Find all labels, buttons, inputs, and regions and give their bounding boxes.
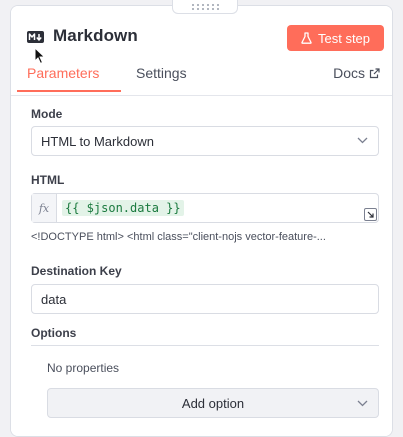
docs-link[interactable]: Docs xyxy=(333,65,380,81)
expression-preview: <!DOCTYPE html> <html class="client-nojs… xyxy=(31,231,326,243)
expand-editor-icon[interactable] xyxy=(364,208,377,221)
add-option-button[interactable]: Add option xyxy=(47,388,379,418)
test-step-button[interactable]: Test step xyxy=(287,25,384,51)
active-tab-indicator xyxy=(17,90,121,92)
flask-icon xyxy=(301,32,312,44)
external-link-icon xyxy=(369,67,380,79)
mode-label: Mode xyxy=(31,107,63,121)
node-details-panel: Markdown Test step Parameters Settings D… xyxy=(10,5,393,437)
test-step-label: Test step xyxy=(317,30,371,46)
html-label: HTML xyxy=(31,173,65,187)
options-divider xyxy=(31,345,379,346)
destination-key-value: data xyxy=(41,291,67,307)
drag-handle[interactable] xyxy=(172,0,238,14)
destination-key-input[interactable]: data xyxy=(31,284,379,314)
fx-icon: fx xyxy=(32,194,57,222)
chevron-down-icon xyxy=(357,400,368,407)
options-label: Options xyxy=(31,326,77,340)
markdown-icon xyxy=(27,31,44,43)
destination-key-label: Destination Key xyxy=(31,264,122,278)
node-title[interactable]: Markdown xyxy=(53,26,138,46)
parameters-form: Mode HTML to Markdown HTML fx {{ $json.d… xyxy=(11,96,392,436)
tab-parameters[interactable]: Parameters xyxy=(27,65,99,81)
panel-header: Markdown Test step Parameters Settings D… xyxy=(11,6,392,96)
mouse-cursor-icon xyxy=(34,47,46,65)
docs-label: Docs xyxy=(333,65,365,81)
mode-value: HTML to Markdown xyxy=(41,133,154,149)
chevron-down-icon xyxy=(357,137,368,144)
html-expression-input[interactable]: fx {{ $json.data }} xyxy=(31,193,379,223)
no-properties-text: No properties xyxy=(47,361,120,375)
expression-text: {{ $json.data }} xyxy=(62,200,184,216)
add-option-label: Add option xyxy=(181,395,245,411)
tab-settings[interactable]: Settings xyxy=(136,65,187,81)
mode-select[interactable]: HTML to Markdown xyxy=(31,126,379,156)
